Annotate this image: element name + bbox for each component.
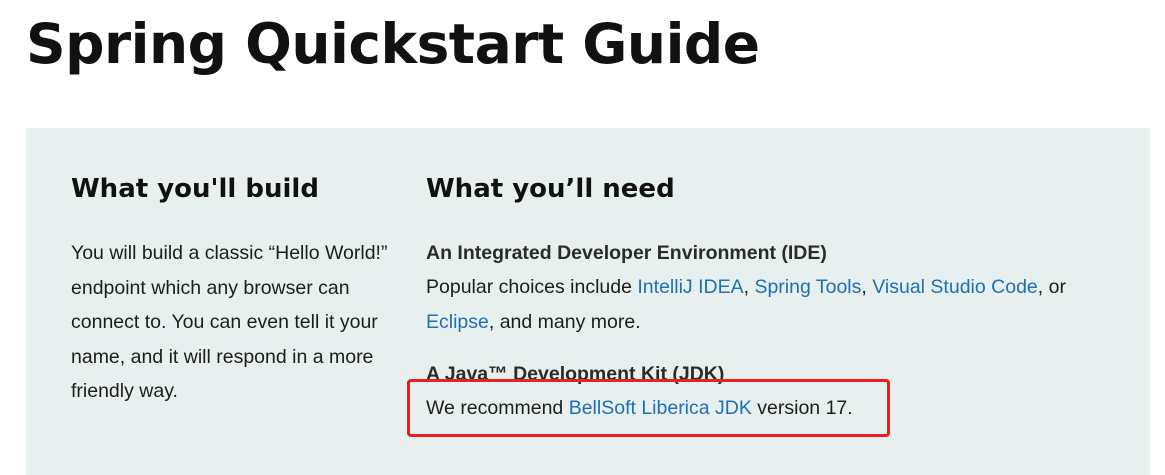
ide-requirement: An Integrated Developer Environment (IDE… xyxy=(426,236,1126,339)
jdk-requirement: A Java™ Development Kit (JDK) We recomme… xyxy=(407,357,1126,437)
ide-title: An Integrated Developer Environment (IDE… xyxy=(426,242,827,264)
guide-overview-panel: What you'll build You will build a class… xyxy=(26,128,1150,475)
what-you-will-build-section: What you'll build You will build a class… xyxy=(71,172,391,409)
what-you-will-need-section: What you’ll need An Integrated Developer… xyxy=(407,172,1126,437)
ide-description: Popular choices include IntelliJ IDEA, S… xyxy=(426,270,1126,339)
need-heading: What you’ll need xyxy=(426,174,675,204)
bellsoft-liberica-jdk-link[interactable]: BellSoft Liberica JDK xyxy=(569,397,752,419)
ide-suffix-text: , and many more. xyxy=(488,310,641,333)
ide-separator: , xyxy=(861,276,873,298)
jdk-suffix-text: version 17. xyxy=(751,397,853,419)
ide-prefix-text: Popular choices include xyxy=(426,276,638,298)
visual-studio-code-link[interactable]: Visual Studio Code xyxy=(872,276,1038,298)
eclipse-link[interactable]: Eclipse xyxy=(426,311,489,333)
ide-separator: , xyxy=(743,276,755,298)
spring-tools-link[interactable]: Spring Tools xyxy=(754,276,861,298)
jdk-title: A Java™ Development Kit (JDK) xyxy=(426,363,725,385)
jdk-description: We recommend BellSoft Liberica JDK versi… xyxy=(426,391,1126,426)
build-heading: What you'll build xyxy=(71,174,319,204)
jdk-prefix-text: We recommend xyxy=(426,397,569,419)
intellij-idea-link[interactable]: IntelliJ IDEA xyxy=(637,276,743,298)
page-title: Spring Quickstart Guide xyxy=(26,12,760,76)
build-description: You will build a classic “Hello World!” … xyxy=(71,242,388,402)
ide-separator: , or xyxy=(1037,276,1066,298)
